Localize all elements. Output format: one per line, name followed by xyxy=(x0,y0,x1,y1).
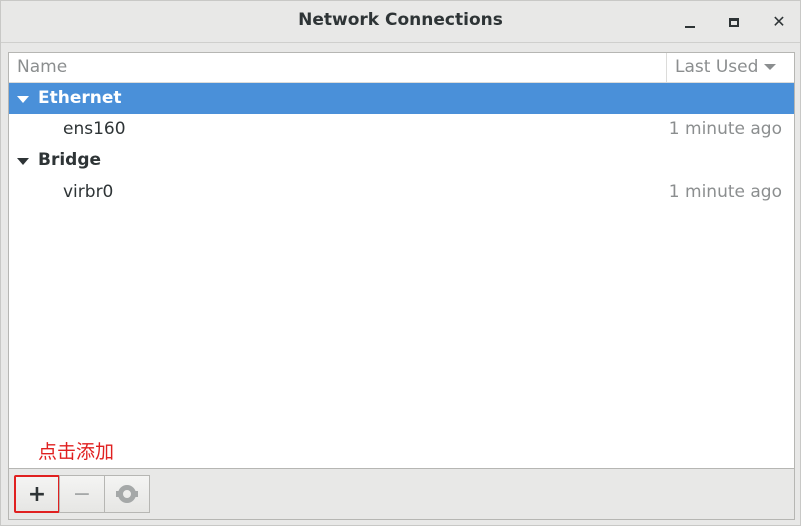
group-row-ethernet[interactable]: Ethernet xyxy=(9,83,794,114)
bottom-toolbar: + − xyxy=(8,469,795,520)
sort-descending-icon xyxy=(764,64,777,70)
network-connections-window: Network Connections ✕ Name Last Used Eth… xyxy=(0,0,801,526)
column-header-last-used-label: Last Used xyxy=(675,57,759,77)
remove-connection-button[interactable]: − xyxy=(59,475,105,513)
minimize-icon xyxy=(685,26,695,28)
minimize-button[interactable] xyxy=(677,9,703,35)
column-header-row: Name Last Used xyxy=(9,53,794,83)
maximize-button[interactable] xyxy=(721,9,747,35)
group-row-bridge[interactable]: Bridge xyxy=(9,145,794,176)
group-label: Bridge xyxy=(38,150,102,170)
title-bar: Network Connections ✕ xyxy=(1,1,800,43)
connection-row-virbr0[interactable]: virbr0 1 minute ago xyxy=(9,177,794,208)
expander-expanded-icon[interactable] xyxy=(17,96,29,103)
column-header-last-used[interactable]: Last Used xyxy=(666,53,794,82)
group-label: Ethernet xyxy=(38,88,122,108)
expander-expanded-icon[interactable] xyxy=(17,158,29,165)
connections-list: Name Last Used Ethernet ens160 1 minute … xyxy=(8,52,795,469)
column-header-name[interactable]: Name xyxy=(17,57,67,77)
connection-settings-button[interactable] xyxy=(104,475,150,513)
connection-row-ens160[interactable]: ens160 1 minute ago xyxy=(9,114,794,145)
connection-name: virbr0 xyxy=(63,182,114,202)
gear-icon xyxy=(116,485,138,503)
connection-last-used: 1 minute ago xyxy=(668,119,782,139)
close-icon: ✕ xyxy=(772,12,786,31)
connection-name: ens160 xyxy=(63,119,126,139)
annotation-label: 点击添加 xyxy=(38,441,115,463)
maximize-icon xyxy=(729,17,739,27)
add-connection-button[interactable]: + xyxy=(14,475,60,513)
connection-last-used: 1 minute ago xyxy=(668,182,782,202)
close-button[interactable]: ✕ xyxy=(766,9,792,35)
